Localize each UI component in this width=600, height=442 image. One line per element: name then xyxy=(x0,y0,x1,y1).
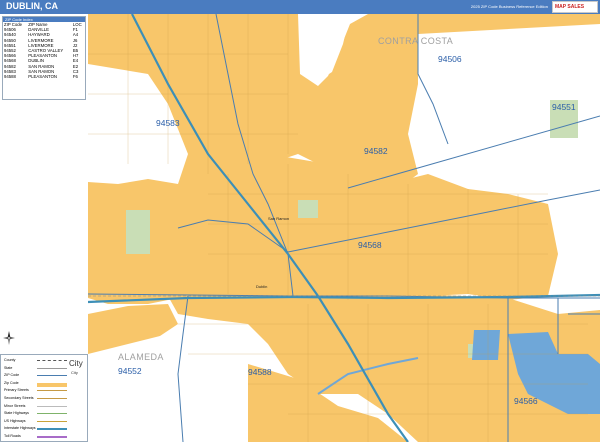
legend-swatch xyxy=(37,382,67,387)
map-title: DUBLIN, CA xyxy=(6,1,58,11)
zip-name-cell: PLEASANTON xyxy=(28,74,58,80)
legend-swatch xyxy=(37,360,67,361)
zip-label-94588[interactable]: 94588 xyxy=(248,367,272,377)
legend-item-label: Toll Roads xyxy=(4,434,21,438)
publisher-logo: MAP SALES xyxy=(552,1,598,13)
legend-swatch xyxy=(37,428,67,431)
legend-item-label: Zip Code xyxy=(4,380,19,385)
legend-swatch xyxy=(37,420,67,422)
legend-swatch xyxy=(37,367,67,369)
legend-city-small: City xyxy=(71,370,78,375)
map-subtitle: 2025 ZIP Code Business Reference Edition xyxy=(470,4,548,9)
zip-code-cell: 94588 xyxy=(4,74,16,80)
legend-swatch xyxy=(37,405,67,407)
side-panel: ZIP Code Index ZIP Code ZIP Name LOC 945… xyxy=(0,14,88,442)
map-svg xyxy=(88,14,600,442)
legend-item-label: State xyxy=(4,365,13,370)
logo-text: MAP SALES xyxy=(555,4,585,10)
legend-item-label: ZIP Code xyxy=(4,373,20,378)
legend-swatch xyxy=(37,390,67,392)
zip-table-row: 94588 PLEASANTON F6 xyxy=(3,74,85,79)
city-label-dublin: Dublin xyxy=(256,284,268,289)
legend-swatch xyxy=(37,413,67,415)
compass-icon xyxy=(3,331,15,345)
legend-item-label: Interstate Highways xyxy=(4,426,36,431)
legend-item-label: Primary Streets xyxy=(4,388,29,393)
zip-index-panel: ZIP Code Index ZIP Code ZIP Name LOC 945… xyxy=(2,16,86,100)
legend-item-label: State Highways xyxy=(4,411,29,416)
loc-cell: F6 xyxy=(72,74,78,80)
title-bar: DUBLIN, CA 2025 ZIP Code Business Refere… xyxy=(0,0,600,14)
zip-label-94506[interactable]: 94506 xyxy=(438,54,462,64)
legend-swatch xyxy=(37,398,67,399)
legend-item-label: US Highways xyxy=(4,418,26,423)
county-label-alameda: ALAMEDA xyxy=(118,352,164,362)
legend-city-large: City xyxy=(69,359,83,368)
legend-item-label: Minor Streets xyxy=(4,403,26,408)
legend-item-label: County xyxy=(4,358,16,362)
park-central xyxy=(298,200,318,218)
zip-label-94566[interactable]: 94566 xyxy=(514,396,538,406)
legend-item-label: Secondary Streets xyxy=(4,396,34,400)
zip-table-row: 94540 HAYWARD A4 xyxy=(3,32,85,37)
zip-index-table: ZIP Code ZIP Name LOC 94506 DANVILLE F1 945… xyxy=(3,22,85,79)
zip-label-94551[interactable]: 94551 xyxy=(552,102,576,112)
zip-label-94552[interactable]: 94552 xyxy=(118,366,142,376)
zip-label-94568[interactable]: 94568 xyxy=(358,240,382,250)
lake-southeast xyxy=(472,330,500,360)
county-label-contra-costa: CONTRA COSTA xyxy=(378,36,454,46)
legend-swatch xyxy=(37,375,67,377)
legend-swatch xyxy=(37,436,67,438)
zip-label-94582[interactable]: 94582 xyxy=(364,146,388,156)
park-west xyxy=(126,210,150,254)
map-canvas[interactable]: CONTRA COSTA ALAMEDA 94506 94551 94583 9… xyxy=(88,14,600,442)
city-label-san-ramon: San Ramon xyxy=(268,216,290,221)
map-legend: County State ZIP Code Zip Code Primary Stree… xyxy=(0,354,88,442)
zip-label-94583[interactable]: 94583 xyxy=(156,118,180,128)
